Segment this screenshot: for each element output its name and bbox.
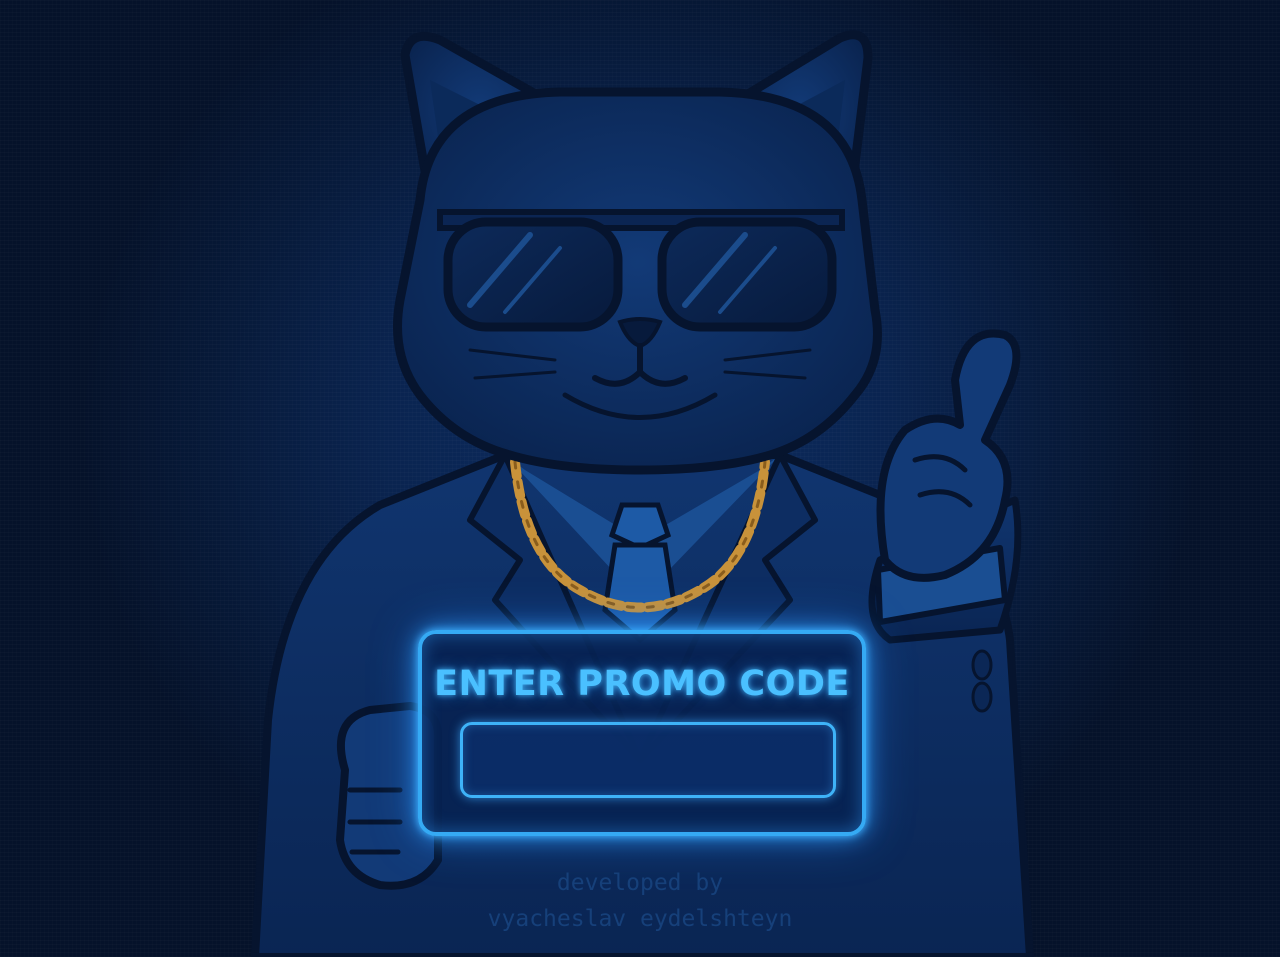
- credit-developed-by: developed by: [556, 870, 724, 896]
- promo-code-input[interactable]: [460, 722, 836, 798]
- promo-screen: ENTER PROMO CODE developed by vyacheslav…: [0, 0, 1280, 957]
- credit-developer-name: vyacheslav eydelshteyn: [487, 906, 793, 932]
- promo-code-card: ENTER PROMO CODE: [418, 630, 866, 836]
- necktie-icon: [602, 502, 678, 644]
- promo-title: ENTER PROMO CODE: [434, 664, 850, 704]
- thumbs-up-paw-icon: [868, 329, 1022, 644]
- cat-head: [393, 30, 882, 475]
